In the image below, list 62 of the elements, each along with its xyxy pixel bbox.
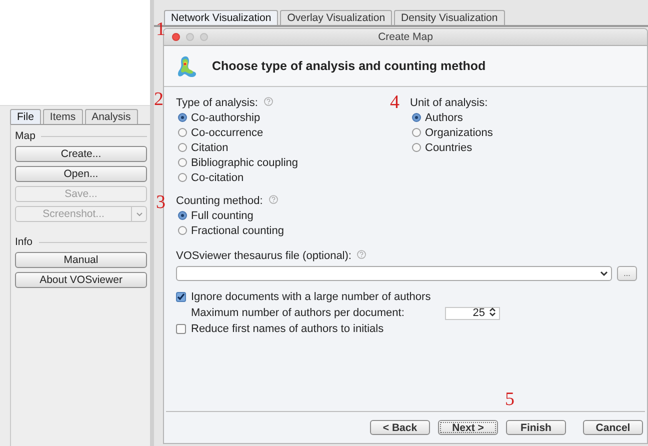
panel-tab[interactable]: Items xyxy=(42,109,83,124)
view-tab[interactable]: Overlay Visualization xyxy=(280,10,392,25)
radio-option[interactable]: Bibliographic coupling xyxy=(176,155,410,170)
browse-button[interactable]: ... xyxy=(617,266,637,281)
view-tab[interactable]: Density Visualization xyxy=(394,10,505,25)
radio-option[interactable]: Authors xyxy=(410,110,493,125)
radio-option[interactable]: Full counting xyxy=(176,208,410,223)
radio-option[interactable]: Co-authorship xyxy=(176,110,410,125)
radio-option[interactable]: Countries xyxy=(410,140,493,155)
section-label: Info xyxy=(15,236,147,248)
radio-circle[interactable] xyxy=(178,226,187,235)
radio-circle[interactable] xyxy=(412,143,421,152)
dialog-title: Create Map xyxy=(378,31,433,43)
radio-option[interactable]: Citation xyxy=(176,140,410,155)
dialog-button[interactable]: Cancel xyxy=(583,420,643,435)
step-number: 4 xyxy=(390,93,400,112)
checkbox[interactable] xyxy=(176,324,186,334)
density-map-icon xyxy=(176,54,198,78)
step-number: 3 xyxy=(156,193,166,212)
dialog-heading: Choose type of analysis and counting method xyxy=(212,59,486,73)
radio-circle[interactable] xyxy=(412,113,421,122)
radio-option[interactable]: Co-occurrence xyxy=(176,125,410,140)
radio-circle[interactable] xyxy=(178,113,187,122)
section-label: Map xyxy=(15,130,147,142)
step-number: 5 xyxy=(505,390,514,409)
group-label: Unit of analysis: xyxy=(410,96,488,108)
panel-button[interactable]: Open... xyxy=(15,166,147,182)
number-spinner[interactable]: 25 xyxy=(445,306,500,320)
step-number: 1 xyxy=(156,20,166,39)
dialog-button[interactable]: Next > xyxy=(438,420,498,435)
radio-circle[interactable] xyxy=(178,128,187,137)
file-combo-box[interactable] xyxy=(176,266,612,281)
radio-circle[interactable] xyxy=(178,211,187,220)
panel-button[interactable]: Manual xyxy=(15,252,147,268)
help-icon[interactable] xyxy=(357,250,366,262)
radio-option[interactable]: Co-citation xyxy=(176,170,410,185)
help-icon[interactable] xyxy=(264,96,273,108)
dialog-button[interactable]: < Back xyxy=(370,420,430,435)
panel-tab[interactable]: File xyxy=(10,109,41,124)
view-tab[interactable]: Network Visualization xyxy=(164,10,278,25)
checkbox[interactable] xyxy=(176,292,186,302)
radio-option[interactable]: Organizations xyxy=(410,125,493,140)
zoom-button[interactable] xyxy=(200,33,208,41)
radio-circle[interactable] xyxy=(178,173,187,182)
radio-circle[interactable] xyxy=(412,128,421,137)
panel-button[interactable]: Create... xyxy=(15,146,147,162)
step-number: 2 xyxy=(154,90,164,109)
panel-button[interactable]: About VOSviewer xyxy=(15,272,147,288)
radio-option[interactable]: Fractional counting xyxy=(176,223,410,238)
field-label: VOSviewer thesaurus file (optional): xyxy=(176,250,352,262)
dialog-button[interactable]: Finish xyxy=(506,420,566,435)
radio-circle[interactable] xyxy=(178,158,187,167)
minimize-button[interactable] xyxy=(186,33,194,41)
checkbox-option[interactable]: Reduce first names of authors to initials xyxy=(176,321,637,337)
help-icon[interactable] xyxy=(268,194,278,206)
checkbox-option[interactable]: Ignore documents with a large number of authors xyxy=(176,289,637,305)
group-label: Counting method: xyxy=(176,194,263,206)
panel-tab[interactable]: Analysis xyxy=(84,109,138,124)
field-label: Maximum number of authors per document: xyxy=(191,307,406,319)
close-button[interactable] xyxy=(172,33,180,41)
radio-circle[interactable] xyxy=(178,143,187,152)
group-label: Type of analysis: xyxy=(176,96,258,108)
